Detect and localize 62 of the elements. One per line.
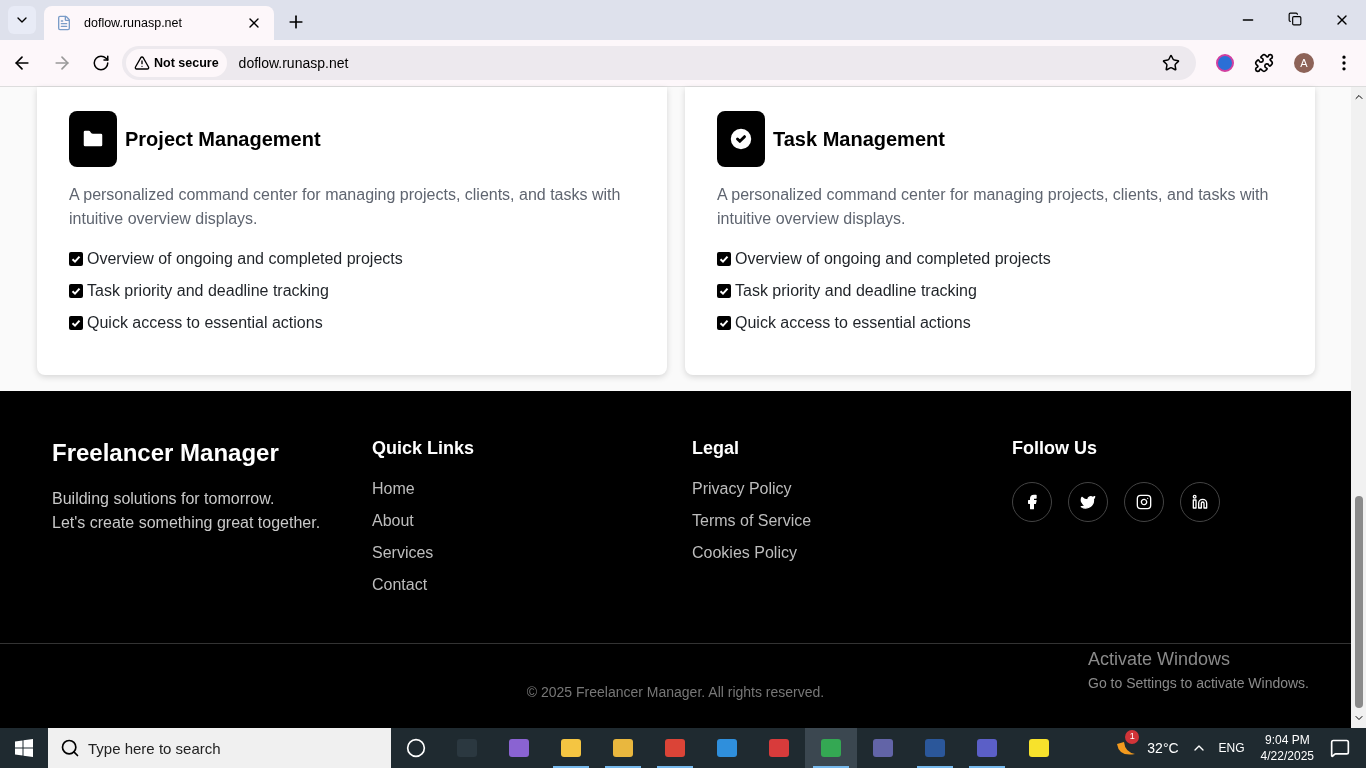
checkbox-icon xyxy=(69,316,83,330)
footer-heading: Legal xyxy=(692,437,740,460)
footer-tagline: Let's create something great together. xyxy=(52,513,322,533)
taskbar-search-field[interactable]: Type here to search xyxy=(48,728,391,768)
footer-heading: Follow Us xyxy=(1012,437,1098,460)
security-chip[interactable]: Not secure xyxy=(126,49,227,77)
cortana-icon[interactable] xyxy=(406,738,426,758)
extensions-icon[interactable] xyxy=(1254,53,1274,73)
tab-title: doflow.runasp.net xyxy=(84,14,183,32)
checkbox-icon xyxy=(69,252,83,266)
feature-text: Overview of ongoing and completed projects xyxy=(87,249,403,269)
footer-brand: Freelancer Manager xyxy=(52,438,280,468)
card-description: A personalized command center for managing projects, clients, and tasks with intuitive overview displays. xyxy=(717,185,1270,229)
checkbox-icon xyxy=(717,252,731,266)
footer-link[interactable]: Terms of Service xyxy=(692,510,812,532)
card-description: A personalized command center for managing projects, clients, and tasks with intuitive overview displays. xyxy=(69,185,622,229)
scrollbar[interactable] xyxy=(1351,87,1366,728)
address-bar[interactable]: Not secure doflow.runasp.net xyxy=(122,46,1196,80)
notifications-icon[interactable] xyxy=(1330,738,1350,758)
copyright-text: © 2025 Freelancer Manager. All rights reserved. xyxy=(526,682,825,702)
browser-tab[interactable]: doflow.runasp.net xyxy=(44,6,274,40)
restore-icon[interactable] xyxy=(1288,12,1302,26)
feature-text: Overview of ongoing and completed projects xyxy=(735,249,1051,269)
footer-link[interactable]: Home xyxy=(372,478,415,500)
url-text: doflow.runasp.net xyxy=(238,53,350,73)
footer-link[interactable]: Contact xyxy=(372,574,428,596)
tab-list-button[interactable] xyxy=(8,6,36,34)
footer-link[interactable]: About xyxy=(372,510,414,532)
profile-avatar[interactable]: A xyxy=(1294,53,1314,73)
check-circle-icon xyxy=(727,125,755,153)
activation-title: Activate Windows xyxy=(1088,648,1232,671)
footer-link[interactable]: Cookies Policy xyxy=(692,542,797,564)
windows-logo-icon xyxy=(15,739,33,757)
feature-text: Task priority and deadline tracking xyxy=(87,281,329,301)
instagram-icon xyxy=(1136,494,1152,510)
temperature: 32°C xyxy=(1147,738,1179,758)
checkbox-icon xyxy=(717,284,731,298)
footer-tagline: Building solutions for tomorrow. xyxy=(52,489,276,509)
warning-icon xyxy=(134,55,150,71)
reload-icon[interactable] xyxy=(92,54,110,72)
search-icon xyxy=(60,738,80,758)
scrollbar-thumb[interactable] xyxy=(1354,496,1363,708)
language-indicator[interactable]: ENG xyxy=(1218,739,1245,757)
activation-subtitle: Go to Settings to activate Windows. xyxy=(1088,674,1309,693)
feature-text: Quick access to essential actions xyxy=(87,313,323,333)
page-icon xyxy=(56,15,72,31)
twitter-icon xyxy=(1080,494,1096,510)
checkbox-icon xyxy=(69,284,83,298)
extension-icon[interactable] xyxy=(1216,54,1234,72)
linkedin-icon xyxy=(1192,494,1208,510)
notification-badge: 1 xyxy=(1125,730,1140,744)
card-title: Project Management xyxy=(125,127,321,152)
footer-link[interactable]: Privacy Policy xyxy=(692,478,792,500)
card-title: Task Management xyxy=(773,127,945,152)
checkbox-icon xyxy=(717,316,731,330)
security-label: Not secure xyxy=(154,54,219,72)
feature-text: Task priority and deadline tracking xyxy=(735,281,977,301)
footer-link[interactable]: Services xyxy=(372,542,434,564)
feature-text: Quick access to essential actions xyxy=(735,313,971,333)
clock[interactable]: 9:04 PM 4/22/2025 xyxy=(1260,732,1314,764)
footer-heading: Quick Links xyxy=(372,437,476,460)
bookmark-star-icon[interactable] xyxy=(1162,54,1180,72)
